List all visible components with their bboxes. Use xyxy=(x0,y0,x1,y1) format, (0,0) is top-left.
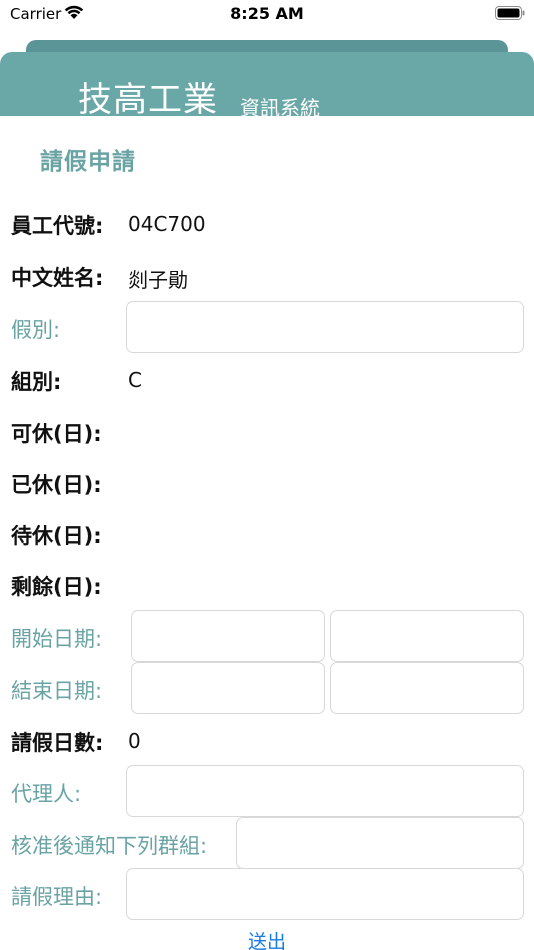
brand-title: 技高工業 xyxy=(78,80,218,120)
brand-subtitle: 資訊系統 xyxy=(240,96,320,120)
app-header: 技高工業 資訊系統 xyxy=(0,52,534,120)
screen: Carrier 8:25 AM 技高工業 資訊系統 請假申請 員工代號: 04C… xyxy=(0,0,534,950)
group-value: C xyxy=(128,368,142,392)
start-date-label: 開始日期: xyxy=(11,627,103,651)
status-bar: Carrier 8:25 AM xyxy=(0,0,534,30)
employee-id-value: 04C700 xyxy=(128,212,206,236)
start-date-input[interactable] xyxy=(131,610,325,662)
page-title: 請假申請 xyxy=(40,149,136,175)
end-date-input[interactable] xyxy=(131,662,325,714)
end-time-input[interactable] xyxy=(330,662,524,714)
end-date-label: 結束日期: xyxy=(11,679,103,703)
notify-groups-input[interactable] xyxy=(236,817,524,869)
leave-days-value: 0 xyxy=(128,729,141,753)
chinese-name-value: 剡子勛 xyxy=(128,268,188,292)
status-time: 8:25 AM xyxy=(230,4,304,23)
leave-type-input[interactable] xyxy=(126,301,524,353)
group-label: 組別: xyxy=(11,370,62,394)
notify-groups-label: 核准後通知下列群組: xyxy=(11,834,208,858)
battery-icon xyxy=(495,6,525,20)
submit-button[interactable]: 送出 xyxy=(0,926,534,950)
reason-input[interactable] xyxy=(126,868,524,920)
remaining-days-label: 剩餘(日): xyxy=(11,575,102,599)
used-days-label: 已休(日): xyxy=(11,473,102,497)
agent-input[interactable] xyxy=(126,765,524,817)
reason-label: 請假理由: xyxy=(11,885,103,909)
chinese-name-label: 中文姓名: xyxy=(11,266,104,290)
leave-type-label: 假別: xyxy=(11,318,61,342)
employee-id-label: 員工代號: xyxy=(11,214,104,238)
pending-days-label: 待休(日): xyxy=(11,524,102,548)
available-days-label: 可休(日): xyxy=(11,422,102,446)
agent-label: 代理人: xyxy=(11,782,82,806)
start-time-input[interactable] xyxy=(330,610,524,662)
leave-days-label: 請假日數: xyxy=(11,731,104,755)
